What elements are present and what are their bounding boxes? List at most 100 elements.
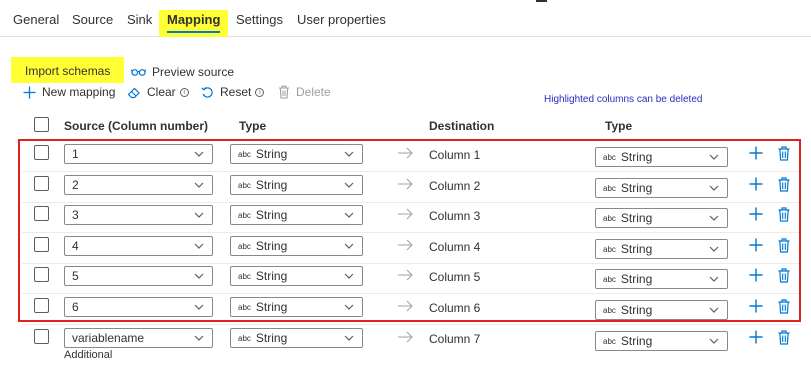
preview-source-button[interactable]: Preview source [131, 65, 234, 79]
deletable-columns-hint: Highlighted columns can be deleted [544, 94, 703, 105]
source-type-value: String [255, 269, 288, 283]
source-type-dropdown[interactable]: abc String [230, 266, 363, 286]
row-checkbox[interactable] [34, 237, 49, 252]
source-type-dropdown[interactable]: abc String [230, 175, 363, 195]
additional-label: Additional [64, 349, 113, 361]
new-mapping-label: New mapping [42, 85, 116, 99]
source-column-value: variablename [72, 331, 145, 345]
row-checkbox[interactable] [34, 267, 49, 282]
tab-sink[interactable]: Sink [127, 12, 152, 27]
row-checkbox[interactable] [34, 298, 49, 313]
destination-type-value: String [620, 242, 653, 256]
delete-row-trash-icon[interactable] [778, 177, 790, 192]
new-mapping-button[interactable]: New mapping [23, 85, 115, 99]
destination-header: Destination [429, 119, 495, 133]
string-type-icon: abc [238, 211, 251, 220]
source-type-dropdown[interactable]: abc String [230, 328, 363, 348]
reset-button[interactable]: Reset i [201, 85, 265, 99]
add-mapping-plus-icon[interactable] [749, 177, 763, 191]
source-column-header: Source (Column number) [64, 119, 209, 133]
destination-type-value: String [620, 272, 653, 286]
clear-button[interactable]: Clear i [127, 85, 189, 99]
source-column-value: 5 [72, 269, 79, 283]
destination-type-dropdown[interactable]: abc String [595, 331, 728, 351]
import-schemas-button[interactable]: Import schemas [11, 57, 124, 83]
tab-source[interactable]: Source [72, 12, 113, 27]
destination-type-dropdown[interactable]: abc String [595, 208, 728, 228]
source-column-value: 2 [72, 178, 79, 192]
string-type-icon: abc [238, 181, 251, 190]
string-type-icon: abc [603, 214, 616, 223]
row-checkbox[interactable] [34, 329, 49, 344]
add-mapping-plus-icon[interactable] [749, 299, 763, 313]
destination-column: Column 6 [429, 301, 481, 315]
destination-type-dropdown[interactable]: abc String [595, 178, 728, 198]
delete-row-trash-icon[interactable] [778, 330, 790, 345]
source-column-value: 3 [72, 208, 79, 222]
tab-settings[interactable]: Settings [236, 12, 283, 27]
destination-column: Column 7 [429, 332, 481, 346]
tab-bar: General Source Sink Mapping Settings Use… [0, 0, 811, 37]
destination-type-value: String [620, 211, 653, 225]
delete-row-trash-icon[interactable] [778, 207, 790, 222]
reset-info-icon[interactable]: i [255, 87, 265, 97]
source-type-dropdown[interactable]: abc String [230, 205, 363, 225]
destination-type-header: Type [605, 119, 633, 133]
tab-mapping-label: Mapping [167, 12, 221, 33]
source-column-dropdown[interactable]: 6 [64, 297, 213, 317]
destination-type-value: String [620, 334, 653, 348]
tab-general[interactable]: General [13, 12, 59, 27]
delete-row-trash-icon[interactable] [778, 299, 790, 314]
delete-row-trash-icon[interactable] [778, 146, 790, 161]
add-mapping-plus-icon[interactable] [749, 238, 763, 252]
source-column-value: 4 [72, 239, 79, 253]
source-column-value: 6 [72, 300, 79, 314]
add-mapping-plus-icon[interactable] [749, 330, 763, 344]
delete-row-trash-icon[interactable] [778, 238, 790, 253]
source-type-value: String [255, 239, 288, 253]
row-checkbox[interactable] [34, 145, 49, 160]
clear-info-icon[interactable]: i [179, 87, 189, 97]
eraser-icon [127, 87, 140, 98]
source-column-dropdown[interactable]: 1 [64, 144, 213, 164]
destination-type-dropdown[interactable]: abc String [595, 300, 728, 320]
arrow-right-icon [398, 147, 413, 159]
destination-type-dropdown[interactable]: abc String [595, 147, 728, 167]
source-type-value: String [255, 147, 288, 161]
source-column-dropdown[interactable]: variablename [64, 328, 213, 348]
source-column-dropdown[interactable]: 2 [64, 175, 213, 195]
string-type-icon: abc [238, 303, 251, 312]
source-column-dropdown[interactable]: 3 [64, 205, 213, 225]
add-mapping-plus-icon[interactable] [749, 268, 763, 282]
source-column-dropdown[interactable]: 4 [64, 236, 213, 256]
destination-column: Column 4 [429, 240, 481, 254]
destination-type-dropdown[interactable]: abc String [595, 269, 728, 289]
source-column-dropdown[interactable]: 5 [64, 266, 213, 286]
delete-button[interactable]: Delete [278, 85, 331, 99]
row-divider [22, 232, 801, 233]
source-type-dropdown[interactable]: abc String [230, 236, 363, 256]
arrow-right-icon [398, 300, 413, 312]
add-mapping-plus-icon[interactable] [749, 207, 763, 221]
select-all-checkbox[interactable] [34, 117, 49, 132]
string-type-icon: abc [603, 306, 616, 315]
row-divider [22, 263, 801, 264]
trash-icon [279, 85, 289, 99]
destination-type-value: String [620, 303, 653, 317]
destination-type-dropdown[interactable]: abc String [595, 239, 728, 259]
string-type-icon: abc [603, 184, 616, 193]
row-checkbox[interactable] [34, 206, 49, 221]
source-type-dropdown[interactable]: abc String [230, 297, 363, 317]
destination-column: Column 5 [429, 270, 481, 284]
source-type-dropdown[interactable]: abc String [230, 144, 363, 164]
source-column-value: 1 [72, 147, 79, 161]
preview-source-label: Preview source [152, 65, 235, 79]
row-checkbox[interactable] [34, 176, 49, 191]
tab-mapping[interactable]: Mapping [159, 10, 229, 37]
add-mapping-plus-icon[interactable] [749, 146, 763, 160]
destination-column: Column 3 [429, 209, 481, 223]
string-type-icon: abc [238, 334, 251, 343]
string-type-icon: abc [238, 242, 251, 251]
delete-row-trash-icon[interactable] [778, 268, 790, 283]
tab-user-properties[interactable]: User properties [297, 12, 386, 27]
